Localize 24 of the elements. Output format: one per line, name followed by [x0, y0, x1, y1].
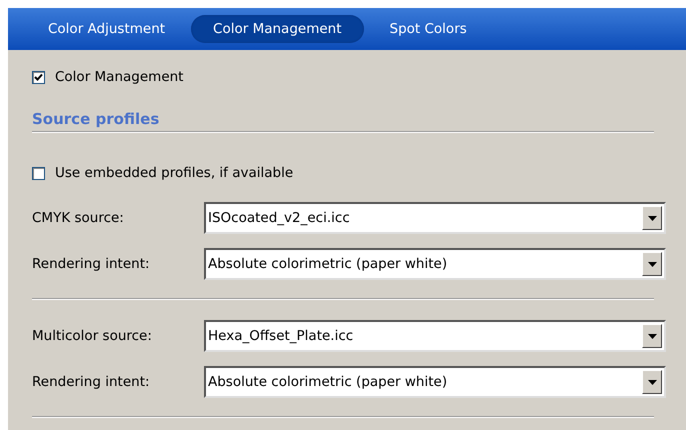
tab[interactable]: Spot Colors	[368, 15, 489, 43]
dropdown-button[interactable]	[642, 324, 662, 348]
dropdown-button[interactable]	[642, 370, 662, 394]
field-label: Rendering intent:	[32, 256, 151, 272]
dropdown-button[interactable]	[642, 252, 662, 276]
dropdown-button[interactable]	[642, 206, 662, 230]
caret-icon	[648, 262, 656, 266]
dropdown[interactable]: Absolute colorimetric (paper white)	[204, 366, 666, 398]
field-label: Rendering intent:	[32, 374, 151, 390]
field-label: CMYK source:	[32, 210, 125, 226]
checkbox[interactable]	[32, 166, 45, 180]
checkbox[interactable]	[32, 70, 45, 84]
caret-icon	[648, 380, 656, 384]
tab[interactable]: Color Management	[191, 15, 364, 43]
field-label: Multicolor source:	[32, 328, 153, 344]
caret-icon	[648, 216, 656, 220]
dropdown[interactable]: Absolute colorimetric (paper white)	[204, 248, 666, 280]
checkbox-label: Use embedded profiles, if available	[55, 165, 294, 181]
dropdown[interactable]: Hexa_Offset_Plate.icc	[204, 320, 666, 352]
section-heading: Source profiles	[32, 109, 160, 130]
tab[interactable]: Color Adjustment	[26, 15, 188, 43]
caret-icon	[648, 334, 656, 338]
dropdown[interactable]: ISOcoated_v2_eci.icc	[204, 202, 666, 234]
checkbox-label: Color Management	[55, 69, 184, 85]
